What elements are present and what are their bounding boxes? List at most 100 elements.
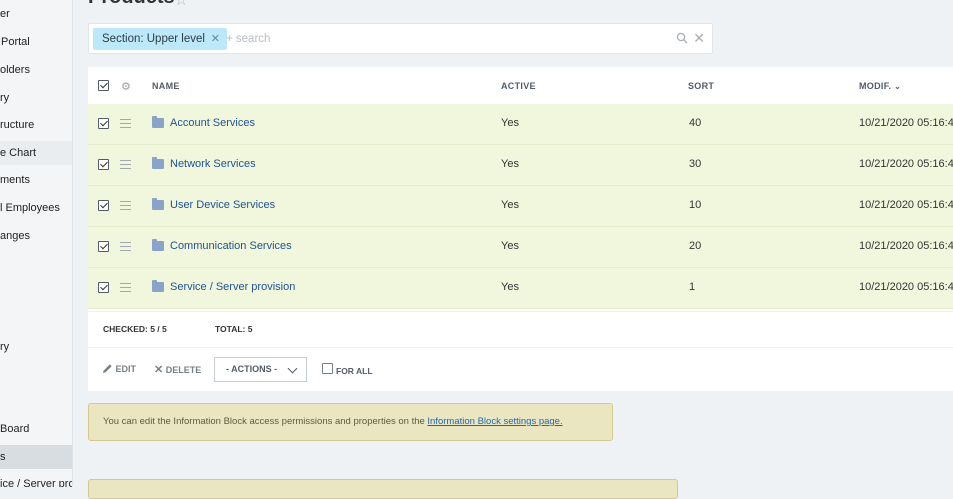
row-modified: 10/21/2020 05:16:48 — [859, 117, 953, 129]
table-row[interactable]: Communication Services Yes 20 10/21/2020… — [88, 227, 953, 268]
folder-icon — [152, 157, 164, 169]
row-checkbox[interactable] — [98, 282, 109, 293]
close-icon: ✕ — [154, 364, 164, 376]
column-header-active[interactable]: ACTIVE — [501, 81, 536, 91]
sidebar-item[interactable]: l Employees — [0, 196, 72, 220]
star-icon[interactable]: ☆ — [174, 0, 188, 10]
sidebar-item[interactable]: Board — [0, 417, 72, 441]
chevron-down-icon: ⌄ — [894, 82, 902, 91]
filter-chip[interactable]: Section: Upper level ✕ — [93, 28, 227, 50]
folder-icon — [152, 239, 164, 251]
row-modified: 10/21/2020 05:16:47 — [859, 240, 953, 252]
table-row[interactable]: Network Services Yes 30 10/21/2020 05:16… — [88, 145, 953, 186]
for-all-label: FOR ALL — [336, 366, 373, 376]
chip-remove-icon[interactable]: ✕ — [211, 28, 220, 50]
row-checkbox[interactable] — [98, 241, 109, 252]
sidebar-item-label: ry — [0, 92, 10, 104]
row-name-link[interactable]: Communication Services — [170, 240, 292, 252]
chevron-down-icon — [287, 363, 298, 374]
row-active: Yes — [501, 199, 519, 211]
delete-label: DELETE — [165, 365, 202, 375]
folder-icon — [152, 116, 164, 128]
products-grid: ⚙ NAME ACTIVE SORT MODIF. ⌄ Account Serv… — [88, 67, 953, 391]
drag-handle-icon[interactable] — [120, 160, 131, 169]
sidebar-item-label: ry — [0, 341, 10, 353]
sidebar-item-label: ructure — [0, 119, 35, 131]
row-modified: 10/21/2020 05:16:44 — [859, 281, 953, 293]
row-sort: 1 — [689, 281, 696, 293]
row-name-link[interactable]: Network Services — [170, 158, 256, 170]
folder-icon — [152, 280, 164, 292]
edit-button[interactable]: EDIT — [102, 363, 136, 374]
secondary-notice — [88, 479, 678, 499]
settings-page-link[interactable]: Information Block settings page. — [427, 416, 562, 427]
drag-handle-icon[interactable] — [120, 242, 131, 251]
column-header-name[interactable]: NAME — [152, 81, 180, 91]
sidebar-item-label: s — [0, 451, 6, 463]
row-modified: 10/21/2020 05:16:47 — [859, 199, 953, 211]
sidebar-item-label: er — [0, 8, 10, 20]
sidebar-item-label: Board — [0, 423, 30, 435]
delete-button[interactable]: ✕ DELETE — [154, 363, 201, 376]
folder-icon — [152, 198, 164, 210]
sidebar-item[interactable]: er — [0, 2, 72, 26]
sidebar-item-label: anges — [0, 230, 30, 242]
clear-icon[interactable]: ✕ — [693, 31, 705, 45]
sidebar-item[interactable]: olders — [0, 58, 72, 82]
gear-icon[interactable]: ⚙ — [121, 80, 131, 93]
sidebar-item[interactable]: ry — [0, 86, 72, 110]
main-content: Products ☆ Section: Upper level ✕ ✕ ⚙ NA… — [73, 0, 953, 499]
row-name-link[interactable]: User Device Services — [170, 199, 275, 211]
sidebar-item[interactable]: anges — [0, 224, 72, 248]
actions-select-label: - ACTIONS - — [226, 364, 278, 374]
column-header-sort[interactable]: SORT — [688, 81, 714, 91]
checked-count: CHECKED: 5 / 5 — [103, 324, 167, 334]
sidebar-item[interactable]: ice / Server provi — [0, 472, 72, 487]
filter-chip-label: Section: Upper level — [102, 33, 205, 45]
info-notice: You can edit the Information Block acces… — [88, 403, 613, 441]
drag-handle-icon[interactable] — [120, 201, 131, 210]
row-active: Yes — [501, 281, 519, 293]
sidebar: er Portal olders ry ructure e Chart ment… — [0, 0, 73, 487]
sidebar-item-chart[interactable]: e Chart — [0, 141, 72, 165]
row-checkbox[interactable] — [98, 118, 109, 129]
row-sort: 20 — [689, 240, 702, 252]
row-active: Yes — [501, 117, 519, 129]
sidebar-item[interactable]: ry — [0, 335, 72, 359]
table-row[interactable]: User Device Services Yes 10 10/21/2020 0… — [88, 186, 953, 227]
grid-summary: CHECKED: 5 / 5 TOTAL: 5 — [88, 311, 953, 347]
grid-header: ⚙ NAME ACTIVE SORT MODIF. ⌄ — [88, 67, 953, 105]
sidebar-item[interactable]: ments — [0, 168, 72, 192]
drag-handle-icon[interactable] — [120, 119, 131, 128]
sidebar-item-label: ice / Server provi — [0, 478, 72, 487]
actions-select[interactable]: - ACTIONS - — [214, 357, 307, 382]
row-sort: 30 — [689, 158, 702, 170]
search-icon[interactable] — [676, 32, 688, 47]
page-title: Products — [88, 0, 175, 9]
for-all-checkbox[interactable] — [322, 363, 333, 374]
row-checkbox[interactable] — [98, 200, 109, 211]
row-modified: 10/21/2020 05:16:48 — [859, 158, 953, 170]
search-input[interactable] — [226, 30, 526, 48]
notice-text: You can edit the Information Block acces… — [103, 416, 428, 427]
row-checkbox[interactable] — [98, 159, 109, 170]
row-sort: 10 — [689, 199, 702, 211]
row-name-link[interactable]: Account Services — [170, 117, 255, 129]
row-name-link[interactable]: Service / Server provision — [170, 281, 295, 293]
sidebar-item-label: ments — [0, 174, 30, 186]
sidebar-item-label: Portal — [1, 36, 30, 48]
sidebar-item[interactable]: ructure — [0, 113, 72, 137]
table-row[interactable]: Account Services Yes 40 10/21/2020 05:16… — [88, 104, 953, 145]
drag-handle-icon[interactable] — [120, 283, 131, 292]
sidebar-item-label: l Employees — [0, 202, 60, 214]
sidebar-item-active[interactable]: s — [0, 445, 72, 469]
select-all-checkbox[interactable] — [98, 80, 109, 91]
column-header-modified[interactable]: MODIF. ⌄ — [859, 81, 901, 91]
row-active: Yes — [501, 158, 519, 170]
table-row[interactable]: Service / Server provision Yes 1 10/21/2… — [88, 268, 953, 309]
sidebar-item[interactable]: Portal — [0, 30, 72, 54]
total-count: TOTAL: 5 — [215, 324, 253, 334]
sidebar-item-label: e Chart — [0, 147, 37, 159]
filter-bar: Section: Upper level ✕ ✕ — [88, 23, 713, 54]
column-header-modified-label: MODIF. — [859, 81, 892, 91]
